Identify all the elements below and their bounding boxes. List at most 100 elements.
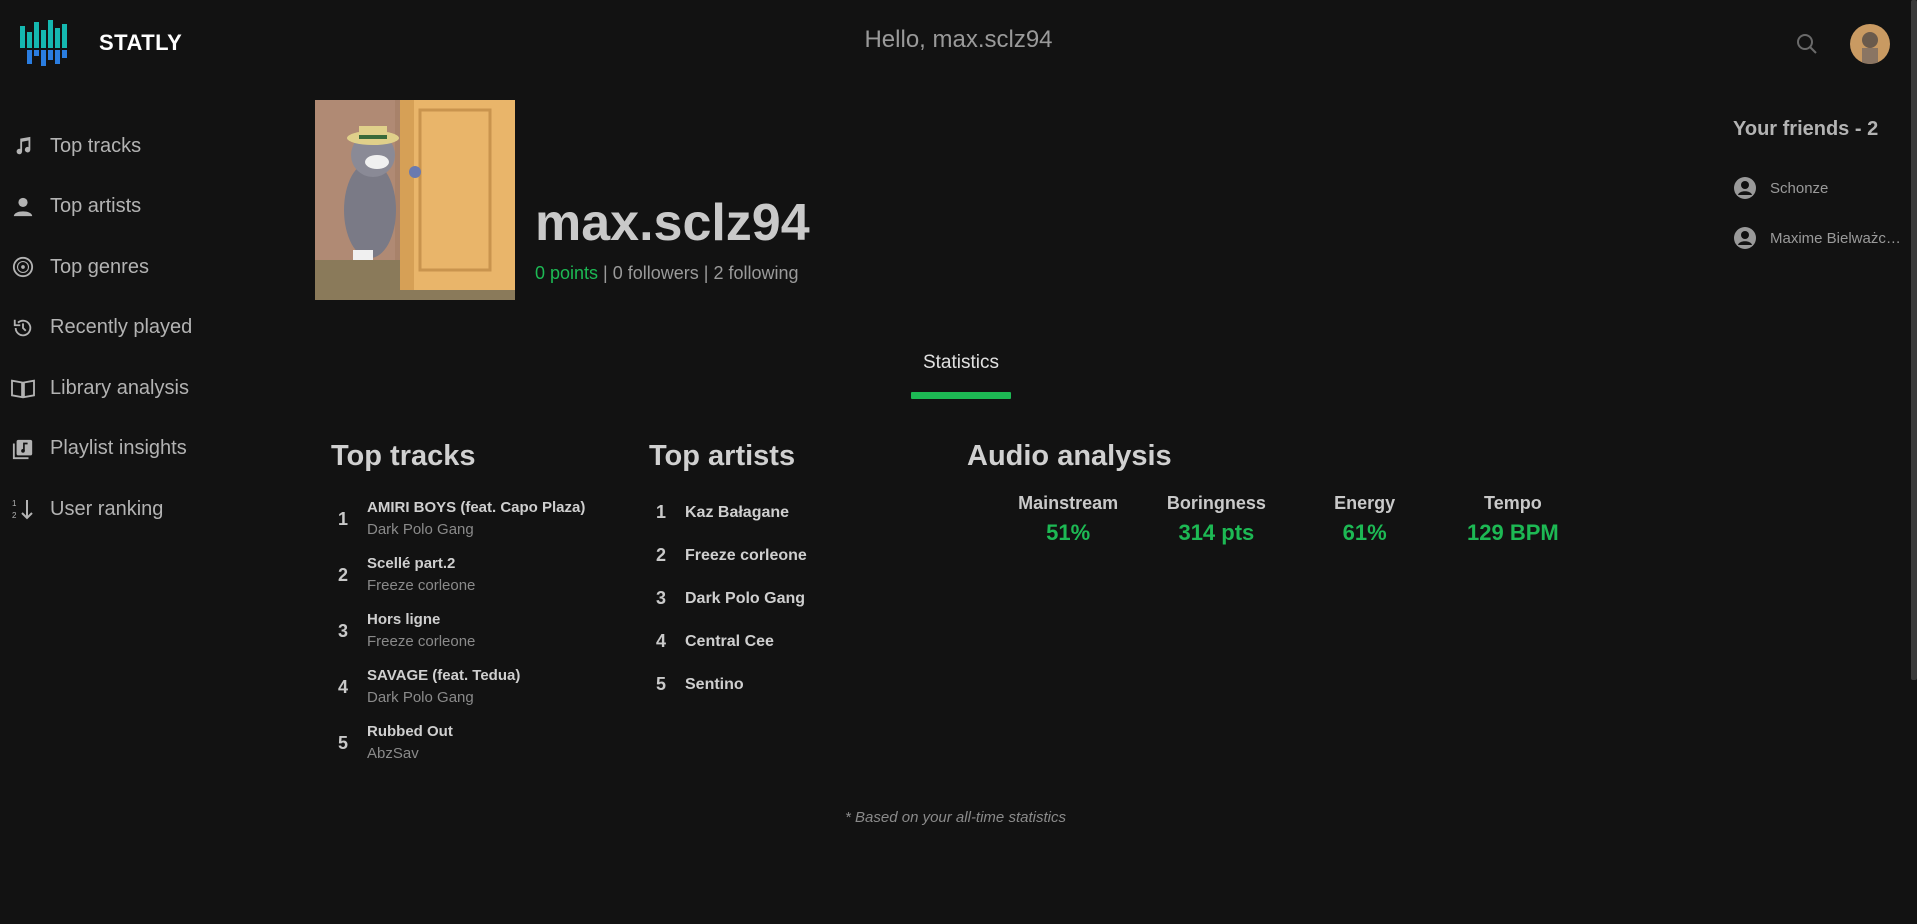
artist-row[interactable]: 1 Kaz Bałagane: [649, 491, 949, 534]
profile-image: [315, 100, 515, 300]
stat-value: 61%: [1342, 520, 1387, 545]
artist-row[interactable]: 3 Dark Polo Gang: [649, 577, 949, 620]
greeting-text: Hello, max.sclz94: [864, 26, 1053, 53]
stat-boringness: Boringness 314 pts: [1142, 491, 1290, 551]
section-title: Top artists: [649, 440, 796, 472]
svg-text:1: 1: [12, 499, 17, 508]
sidebar-item-recently-played[interactable]: Recently played: [0, 298, 230, 359]
artist-name: Dark Polo Gang: [685, 589, 806, 607]
track-artist: Dark Polo Gang: [367, 689, 474, 706]
sidebar-item-label: Top tracks: [50, 134, 142, 157]
profile-stats: 0 points | 0 followers | 2 following: [535, 263, 799, 284]
profile-picture: [315, 100, 515, 300]
sidebar-item-label: Library analysis: [50, 376, 189, 399]
points-count[interactable]: 0 points: [535, 263, 598, 283]
stat-tempo: Tempo 129 BPM: [1439, 491, 1587, 551]
svg-text:2: 2: [12, 511, 17, 520]
playlist-icon: [10, 436, 36, 462]
sidebar-item-label: Top artists: [50, 195, 142, 218]
friends-panel: Your friends - 2 Schonze Maxime Bielważc…: [1733, 118, 1917, 263]
track-title: Hors ligne: [367, 611, 441, 628]
tab-label: Statistics: [922, 352, 1000, 373]
stat-label: Mainstream: [1018, 493, 1119, 513]
sidebar-item-top-tracks[interactable]: Top tracks: [0, 116, 230, 177]
track-title: AMIRI BOYS (feat. Capo Plaza): [367, 499, 586, 516]
sidebar-item-label: Recently played: [50, 316, 193, 339]
friend-item[interactable]: Maxime Bielważcz...: [1733, 213, 1917, 263]
artist-row[interactable]: 2 Freeze corleone: [649, 534, 949, 577]
artist-rank: 2: [656, 545, 667, 565]
track-rank: 1: [338, 508, 349, 529]
track-artist: AbzSav: [367, 745, 419, 762]
sidebar-item-playlist-insights[interactable]: Playlist insights: [0, 419, 230, 480]
stat-value: 314 pts: [1178, 520, 1255, 545]
artist-rank: 3: [656, 588, 667, 608]
artist-rank: 1: [656, 502, 667, 522]
user-circle-icon: [1734, 177, 1756, 199]
sidebar-item-top-artists[interactable]: Top artists: [0, 177, 230, 238]
followers-count[interactable]: 0 followers: [613, 263, 699, 283]
track-title: Rubbed Out: [367, 723, 453, 740]
sort-ranking-icon: 12: [10, 496, 36, 522]
sidebar-item-top-genres[interactable]: Top genres: [0, 237, 230, 298]
audio-analysis-section: Audio analysis Mainstream 51% Boringness…: [967, 440, 1587, 551]
artist-row[interactable]: 4 Central Cee: [649, 620, 949, 663]
sidebar-item-label: User ranking: [50, 497, 164, 520]
stat-value: 129 BPM: [1467, 520, 1559, 545]
sidebar-item-label: Top genres: [50, 255, 149, 278]
music-note-icon: [10, 133, 36, 159]
following-count[interactable]: 2 following: [713, 263, 798, 283]
sidebar-item-user-ranking[interactable]: 12 User ranking: [0, 479, 230, 540]
track-rank: 2: [338, 564, 349, 585]
artist-rank: 4: [656, 631, 667, 651]
stat-mainstream: Mainstream 51%: [994, 491, 1142, 551]
artist-row[interactable]: 5 Sentino: [649, 663, 949, 706]
vinyl-disc-icon: [10, 254, 36, 280]
artist-name: Central Cee: [685, 632, 774, 650]
stats-separator: |: [598, 263, 613, 283]
friend-name: Maxime Bielważcz...: [1770, 229, 1905, 247]
top-tracks-section: Top tracks 1 AMIRI BOYS (feat. Capo Plaz…: [331, 440, 631, 771]
artist-name: Freeze corleone: [685, 546, 807, 564]
track-row[interactable]: 1 AMIRI BOYS (feat. Capo Plaza) Dark Pol…: [331, 491, 631, 547]
track-rank: 5: [338, 732, 349, 753]
audio-stats-row: Mainstream 51% Boringness 314 pts Energy…: [967, 491, 1587, 551]
tab-statistics[interactable]: Statistics: [911, 352, 1011, 399]
avatar-image: [1850, 24, 1890, 64]
friend-item[interactable]: Schonze: [1733, 163, 1917, 213]
track-artist: Dark Polo Gang: [367, 521, 474, 538]
person-icon: [10, 194, 36, 220]
track-rank: 3: [338, 620, 349, 641]
page-scrollbar[interactable]: [1911, 0, 1917, 680]
search-button[interactable]: [1795, 32, 1819, 56]
book-icon: [10, 375, 36, 401]
friends-title: Your friends - 2: [1733, 118, 1879, 140]
user-circle-icon: [1734, 227, 1756, 249]
top-artists-section: Top artists 1 Kaz Bałagane 2 Freeze corl…: [649, 440, 949, 706]
stats-separator: |: [698, 263, 714, 283]
profile-username: max.sclz94: [535, 194, 810, 252]
track-row[interactable]: 3 Hors ligne Freeze corleone: [331, 603, 631, 659]
stat-label: Energy: [1334, 493, 1396, 513]
artist-name: Sentino: [685, 675, 744, 693]
section-title: Top tracks: [331, 440, 476, 472]
sidebar-item-library-analysis[interactable]: Library analysis: [0, 358, 230, 419]
history-icon: [10, 315, 36, 341]
artist-rank: 5: [656, 674, 667, 694]
track-artist: Freeze corleone: [367, 577, 476, 594]
user-avatar[interactable]: [1850, 24, 1890, 64]
sidebar-nav: Top tracks Top artists Top genres Recent…: [0, 116, 230, 540]
tab-active-indicator: [911, 392, 1011, 399]
track-row[interactable]: 2 Scellé part.2 Freeze corleone: [331, 547, 631, 603]
track-row[interactable]: 5 Rubbed Out AbzSav: [331, 715, 631, 771]
stat-energy: Energy 61%: [1291, 491, 1439, 551]
track-artist: Freeze corleone: [367, 633, 476, 650]
track-row[interactable]: 4 SAVAGE (feat. Tedua) Dark Polo Gang: [331, 659, 631, 715]
track-rank: 4: [338, 676, 349, 697]
friend-name: Schonze: [1770, 179, 1829, 197]
artist-name: Kaz Bałagane: [685, 503, 790, 521]
stat-label: Boringness: [1166, 493, 1266, 513]
footnote: * Based on your all-time statistics: [845, 809, 1066, 826]
track-title: SAVAGE (feat. Tedua): [367, 667, 521, 684]
stat-value: 51%: [1046, 520, 1091, 545]
